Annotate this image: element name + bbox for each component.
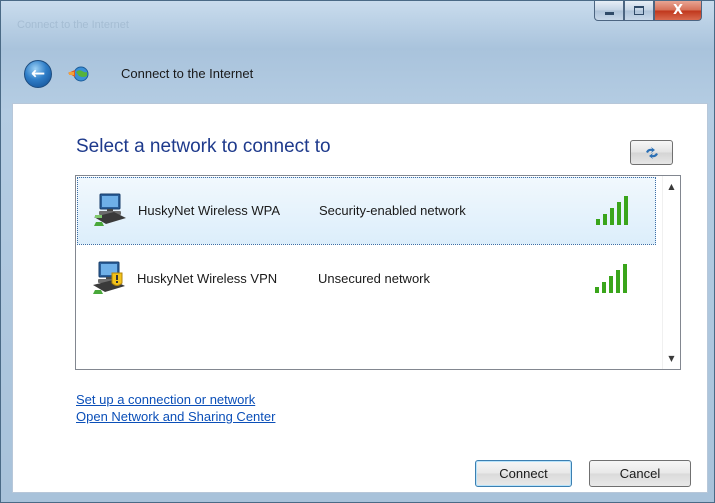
- signal-strength-icon: [595, 264, 627, 293]
- network-globe-icon: [68, 66, 89, 82]
- setup-connection-link[interactable]: Set up a connection or network: [76, 391, 275, 408]
- sharing-center-link[interactable]: Open Network and Sharing Center: [76, 408, 275, 425]
- dialog-title: Connect to the Internet: [121, 66, 254, 81]
- network-name: HuskyNet Wireless VPN: [137, 271, 278, 286]
- back-arrow-icon: ←: [30, 64, 46, 84]
- caption-buttons: X: [594, 1, 702, 21]
- network-row-wpa[interactable]: HuskyNet Wireless WPA Security-enabled n…: [77, 177, 656, 245]
- connect-button[interactable]: Connect: [475, 460, 572, 487]
- maximize-button[interactable]: [624, 1, 654, 21]
- list-scrollbar[interactable]: ▲ ▼: [662, 176, 680, 369]
- close-icon: X: [672, 3, 684, 18]
- maximize-icon: [634, 6, 644, 15]
- unsecured-network-warning-icon: [93, 261, 125, 294]
- minimize-button[interactable]: [594, 1, 624, 21]
- scroll-down-icon[interactable]: ▼: [663, 350, 680, 367]
- title-bar[interactable]: Connect to the Internet X: [1, 1, 714, 35]
- network-name: HuskyNet Wireless WPA: [138, 203, 281, 218]
- back-button[interactable]: ←: [24, 60, 52, 88]
- cancel-button-label: Cancel: [619, 466, 661, 481]
- network-security: Unsecured network: [318, 271, 430, 286]
- network-row-vpn[interactable]: HuskyNet Wireless VPN Unsecured network: [77, 246, 656, 314]
- page-heading: Select a network to connect to: [76, 136, 331, 157]
- navigation-bar: ← Connect to the Internet: [1, 56, 714, 92]
- network-security: Security-enabled network: [319, 203, 466, 218]
- refresh-button[interactable]: [630, 140, 673, 165]
- network-list[interactable]: HuskyNet Wireless WPA Security-enabled n…: [75, 175, 681, 370]
- refresh-icon: [645, 146, 658, 159]
- task-links: Set up a connection or network Open Netw…: [76, 391, 275, 425]
- minimize-icon: [604, 12, 614, 15]
- close-button[interactable]: X: [654, 1, 702, 21]
- cancel-button[interactable]: Cancel: [589, 460, 691, 487]
- secured-network-icon: [94, 193, 126, 226]
- content-panel: Select a network to connect to HuskyNet …: [12, 103, 708, 493]
- connect-button-label: Connect: [499, 466, 548, 481]
- scroll-up-icon[interactable]: ▲: [663, 178, 680, 195]
- signal-strength-icon: [596, 196, 628, 225]
- connect-dialog-window: Connect to the Internet X ← Connect to t…: [0, 0, 715, 503]
- faded-breadcrumb: Connect to the Internet: [17, 19, 129, 31]
